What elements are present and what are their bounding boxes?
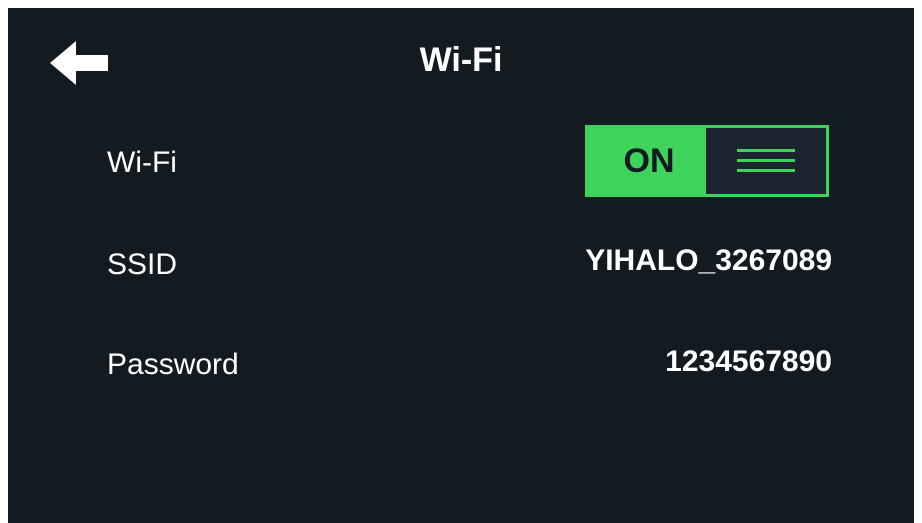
wifi-toggle[interactable]: ON [585,125,829,197]
page-title: Wi-Fi [419,41,503,79]
ssid-label: SSID [107,248,178,281]
grip-line [737,159,795,162]
wifi-label: Wi-Fi [107,146,177,179]
ssid-value: YIHALO_3267089 [585,244,832,277]
grip-line [737,149,795,152]
wifi-settings-screen: Wi-Fi Wi-Fi ON SSID YIHALO_3267089 Passw… [8,8,914,523]
password-label: Password [107,348,239,381]
password-value: 1234567890 [665,345,832,378]
wifi-toggle-state: ON [623,142,675,180]
grip-line [737,169,795,172]
toggle-knob [706,128,826,194]
